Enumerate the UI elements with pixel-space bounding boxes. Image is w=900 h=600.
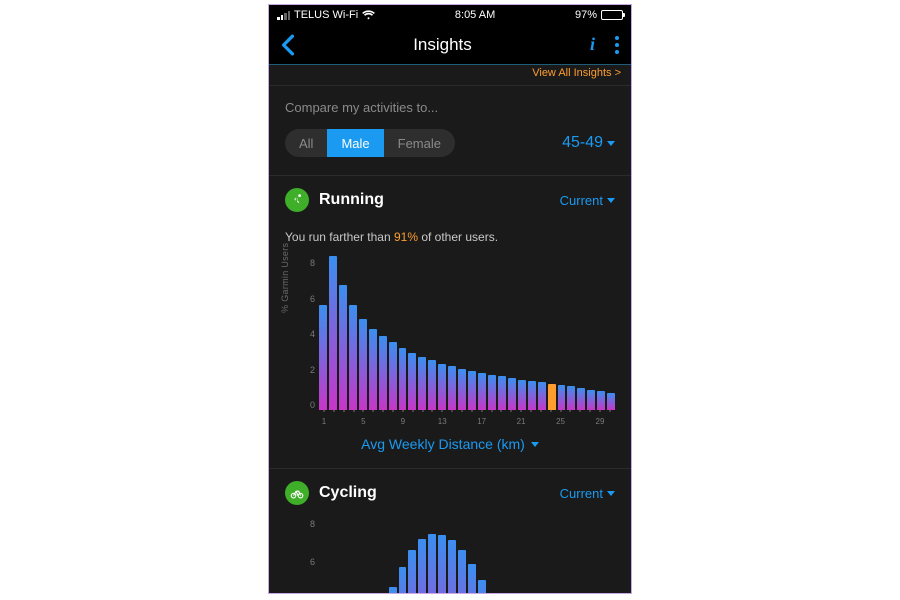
- compare-label: Compare my activities to...: [285, 100, 615, 115]
- gender-segment: All Male Female: [285, 129, 455, 157]
- activity-title-cycling: Cycling: [319, 484, 377, 502]
- cellular-signal-icon: [277, 10, 290, 20]
- chevron-down-icon: [531, 442, 539, 447]
- cycling-chart: 86: [285, 519, 615, 594]
- carrier-label: TELUS Wi-Fi: [294, 9, 358, 21]
- running-icon: [285, 188, 309, 212]
- status-bar: TELUS Wi-Fi 8:05 AM 97%: [269, 5, 631, 25]
- page-title: Insights: [413, 35, 472, 55]
- period-dropdown-cycling[interactable]: Current: [560, 486, 615, 501]
- running-chart: % Garmin Users 86420 1591317212529: [285, 258, 615, 428]
- cycling-icon: [285, 481, 309, 505]
- compare-section: Compare my activities to... All Male Fem…: [269, 86, 631, 176]
- activity-cycling: Cycling Current 86: [269, 469, 631, 594]
- x-ticks: 1591317212529: [319, 414, 615, 428]
- x-axis-dropdown[interactable]: Avg Weekly Distance (km): [285, 436, 615, 452]
- period-dropdown-running[interactable]: Current: [560, 193, 615, 208]
- info-button[interactable]: i: [590, 34, 595, 55]
- seg-all[interactable]: All: [285, 129, 327, 157]
- y-ticks: 86: [303, 519, 315, 594]
- chevron-down-icon: [607, 491, 615, 496]
- chart-bars: [319, 258, 615, 410]
- chevron-down-icon: [607, 198, 615, 203]
- chart-bars: [319, 537, 615, 594]
- age-range-dropdown[interactable]: 45-49: [562, 134, 615, 152]
- activity-running: Running Current You run farther than 91%…: [269, 176, 631, 469]
- y-axis-label: % Garmin Users: [280, 243, 290, 313]
- view-all-link[interactable]: View All Insights >: [269, 65, 631, 86]
- activity-title-running: Running: [319, 191, 384, 209]
- nav-bar: Insights i: [269, 25, 631, 65]
- seg-male[interactable]: Male: [327, 129, 383, 157]
- battery-pct: 97%: [575, 9, 597, 21]
- seg-female[interactable]: Female: [384, 129, 455, 157]
- more-menu-icon[interactable]: [615, 36, 619, 54]
- y-ticks: 86420: [303, 258, 315, 410]
- back-button[interactable]: [281, 34, 295, 56]
- wifi-icon: [362, 10, 375, 20]
- phone-frame: TELUS Wi-Fi 8:05 AM 97% Insights i View …: [268, 4, 632, 594]
- battery-icon: [601, 10, 623, 20]
- running-blurb: You run farther than 91% of other users.: [285, 230, 615, 244]
- chevron-down-icon: [607, 141, 615, 146]
- clock: 8:05 AM: [455, 9, 495, 21]
